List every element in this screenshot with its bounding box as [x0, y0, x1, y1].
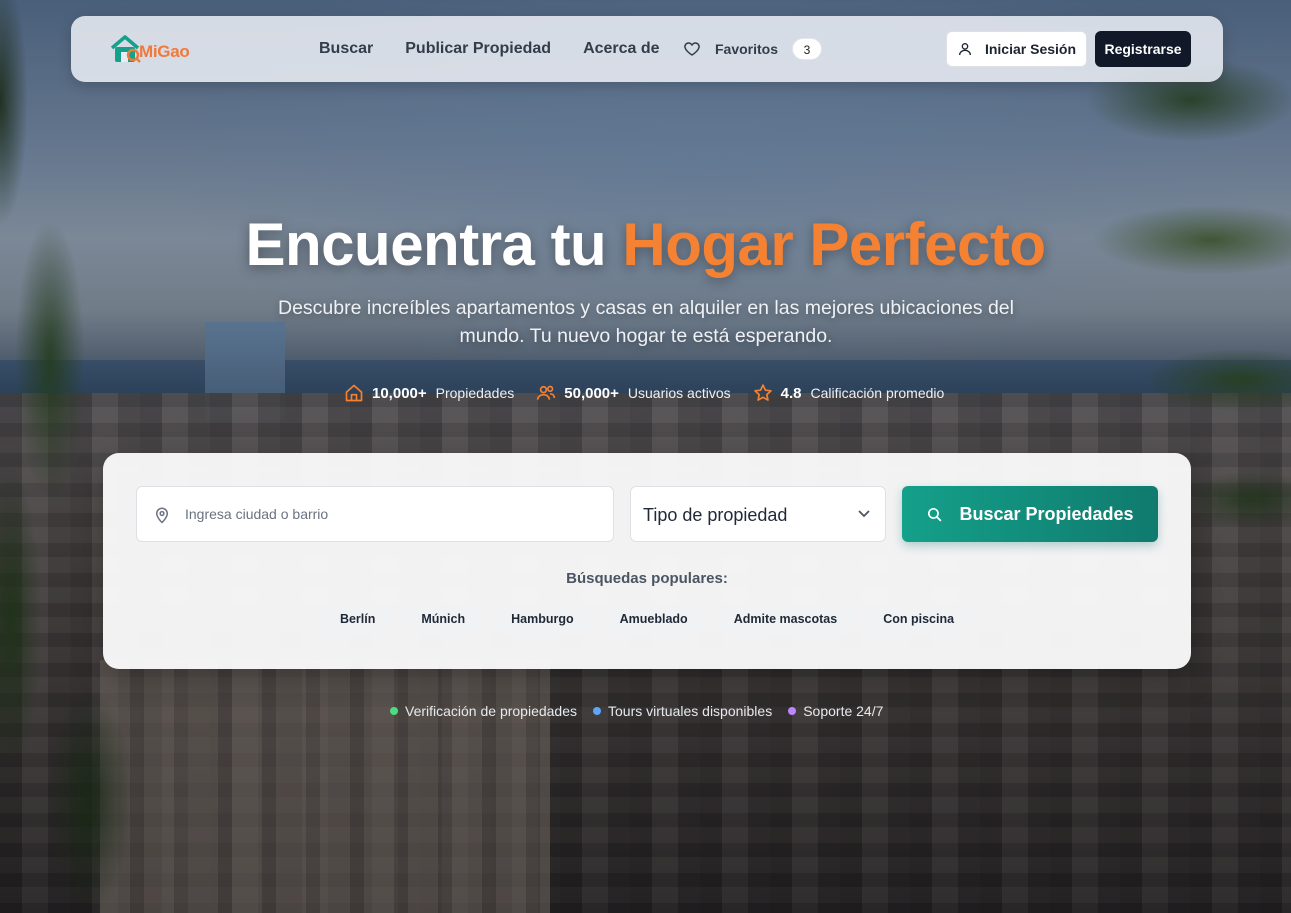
hero-title-plain: Encuentra tu — [245, 211, 607, 278]
status-dot — [788, 707, 797, 715]
feature-label: Soporte 24/7 — [803, 703, 884, 719]
popular-chip[interactable]: Hamburgo — [493, 603, 592, 635]
popular-chip[interactable]: Berlín — [321, 603, 394, 635]
home-icon — [345, 384, 363, 402]
property-type-value: Tipo de propiedad — [643, 505, 788, 525]
map-pin-icon — [155, 507, 169, 524]
register-button[interactable]: Registrarse — [1095, 31, 1191, 67]
location-field[interactable] — [136, 486, 614, 542]
navbar: MiGao Buscar Publicar Propiedad Acerca d… — [71, 16, 1223, 82]
stat-value: 4.8 — [780, 384, 802, 402]
stat-value: 50,000+ — [564, 384, 619, 402]
hero-title: Encuentra tu Hogar Perfecto — [0, 210, 1291, 279]
favorites-label: Favoritos — [715, 41, 779, 57]
stat-users: 50,000+ Usuarios activos — [536, 383, 731, 403]
search-button[interactable]: Buscar Propiedades — [902, 486, 1158, 542]
location-input[interactable] — [185, 487, 605, 541]
stat-label: Calificación promedio — [810, 385, 945, 401]
popular-chip[interactable]: Con piscina — [865, 603, 973, 635]
feature-item: Verificación de propiedades — [390, 703, 577, 719]
chevron-down-icon — [858, 510, 870, 518]
feature-highlights: Verificación de propiedades Tours virtua… — [390, 703, 883, 719]
hero-stats: 10,000+ Propiedades 50,000+ Usuarios act… — [344, 383, 966, 403]
user-icon — [958, 43, 971, 56]
house-logo-icon — [110, 35, 141, 63]
nav-link-buscar[interactable]: Buscar — [319, 40, 373, 58]
nav-links: Buscar Publicar Propiedad Acerca de — [319, 40, 660, 58]
feature-item: Tours virtuales disponibles — [593, 703, 772, 719]
status-dot — [593, 707, 602, 715]
heart-icon — [684, 42, 700, 56]
search-icon — [928, 507, 942, 521]
popular-searches: Berlín Múnich Hamburgo Amueblado Admite … — [103, 603, 1191, 635]
nav-link-acerca[interactable]: Acerca de — [583, 40, 660, 58]
stat-value: 10,000+ — [372, 384, 427, 402]
feature-label: Verificación de propiedades — [405, 703, 578, 719]
hero-title-accent: Hogar Perfecto — [622, 211, 1046, 278]
search-button-label: Buscar Propiedades — [959, 503, 1134, 524]
popular-chip[interactable]: Múnich — [403, 603, 484, 635]
favorites-link[interactable]: Favoritos 3 — [683, 38, 823, 60]
search-card: Tipo de propiedad Buscar Propiedades Bús… — [103, 453, 1191, 669]
stat-rating: 4.8 Calificación promedio — [753, 383, 945, 403]
login-button[interactable]: Iniciar Sesión — [946, 31, 1087, 67]
stat-label: Usuarios activos — [627, 385, 731, 401]
stat-properties: 10,000+ Propiedades — [344, 383, 514, 403]
popular-searches-title: Búsquedas populares: — [566, 570, 728, 587]
star-icon — [753, 384, 772, 401]
popular-chip[interactable]: Admite mascotas — [715, 603, 856, 635]
popular-chip[interactable]: Amueblado — [601, 603, 706, 635]
feature-label: Tours virtuales disponibles — [608, 703, 773, 719]
users-icon — [537, 385, 556, 400]
feature-item: Soporte 24/7 — [788, 703, 883, 719]
property-type-select[interactable]: Tipo de propiedad — [630, 486, 886, 542]
nav-link-publicar[interactable]: Publicar Propiedad — [405, 40, 551, 58]
hero-subtitle: Descubre increíbles apartamentos y casas… — [278, 297, 1014, 347]
favorites-count-badge: 3 — [792, 38, 823, 60]
logo[interactable]: MiGao — [109, 33, 209, 65]
login-label: Iniciar Sesión — [984, 41, 1077, 57]
logo-text: MiGao — [139, 42, 190, 61]
status-dot — [390, 707, 398, 715]
stat-label: Propiedades — [435, 385, 515, 401]
